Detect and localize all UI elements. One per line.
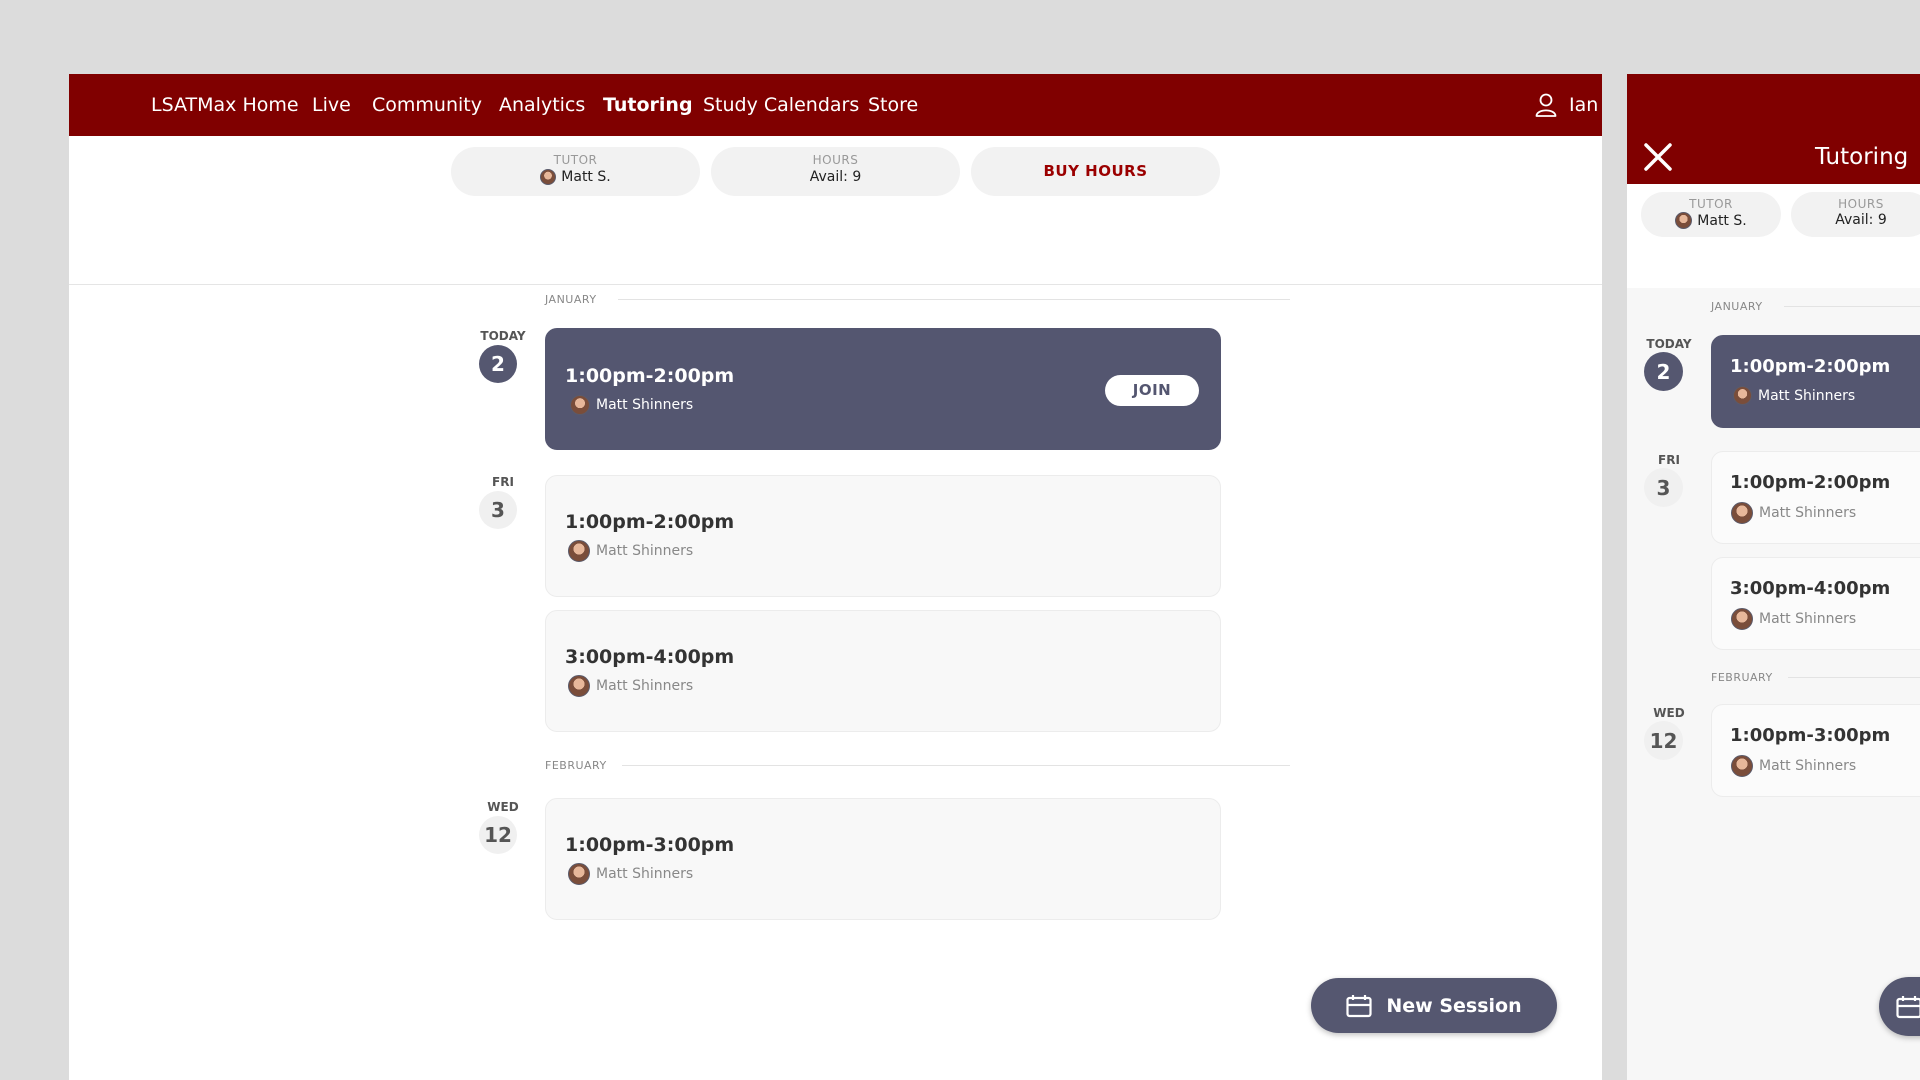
session-tutor-name: Matt Shinners — [1759, 505, 1857, 521]
session-card-active[interactable]: 1:00pm-2:00pm Matt Shinners JOIN — [545, 328, 1221, 450]
new-session-button[interactable]: New Session — [1311, 978, 1557, 1033]
mobile-page-title: Tutoring — [1815, 144, 1909, 170]
nav-community[interactable]: Community — [372, 74, 482, 136]
mobile-header: Tutoring — [1627, 74, 1920, 184]
session-time: 1:00pm-2:00pm — [1730, 472, 1891, 493]
session-tutor-name: Matt Shinners — [1759, 758, 1857, 774]
tutor-avatar — [568, 863, 590, 885]
tutor-value: Matt S. — [1697, 212, 1747, 229]
nav-lsatmax-home[interactable]: LSATMax Home — [151, 74, 299, 136]
session-time: 1:00pm-2:00pm — [565, 365, 735, 387]
hours-label: HOURS — [1838, 197, 1884, 211]
day-of-week-today: TODAY — [1646, 337, 1692, 351]
day-of-week-wed: WED — [1653, 706, 1685, 720]
day-number-2: 2 — [479, 345, 517, 383]
mobile-session-card[interactable]: 1:00pm-3:00pm Matt Shinners — [1711, 704, 1920, 797]
hours-pill[interactable]: HOURS Avail: 9 — [711, 147, 960, 196]
session-time: 1:00pm-3:00pm — [1730, 725, 1891, 746]
session-time: 1:00pm-2:00pm — [565, 511, 735, 533]
month-label-february: FEBRUARY — [1711, 671, 1773, 684]
user-icon — [1535, 93, 1557, 117]
day-of-week-fri: FRI — [492, 475, 514, 489]
buy-hours-button[interactable]: BUY HOURS — [971, 147, 1220, 196]
mobile-session-card-active[interactable]: 1:00pm-2:00pm Matt Shinners — [1711, 335, 1920, 428]
month-label-february: FEBRUARY — [545, 759, 607, 772]
tutor-avatar — [570, 395, 590, 415]
tutor-label: TUTOR — [553, 153, 598, 167]
tutor-avatar — [540, 169, 557, 185]
session-tutor-name: Matt Shinners — [1759, 611, 1857, 627]
session-time: 1:00pm-3:00pm — [565, 834, 735, 856]
day-number-3: 3 — [1644, 468, 1683, 507]
month-label-january: JANUARY — [545, 293, 597, 306]
hours-value: Avail: 9 — [809, 169, 862, 185]
mobile-tutor-pill[interactable]: TUTOR Matt S. — [1641, 192, 1781, 237]
nav-store[interactable]: Store — [868, 74, 918, 136]
session-tutor-name: Matt Shinners — [596, 866, 694, 882]
calendar-icon — [1896, 995, 1920, 1018]
hours-value: Avail: 9 — [1835, 212, 1887, 228]
session-tutor-name: Matt Shinners — [596, 397, 694, 413]
nav-tutoring[interactable]: Tutoring — [603, 74, 693, 136]
nav-analytics[interactable]: Analytics — [499, 74, 585, 136]
nav-study-calendars[interactable]: Study Calendars — [703, 74, 859, 136]
tutoring-summary-bar: TUTOR Matt S. HOURS Avail: 9 BUY HOURS — [69, 136, 1602, 285]
tutor-label: TUTOR — [1689, 197, 1733, 211]
tutor-value: Matt S. — [561, 169, 611, 185]
day-number-12: 12 — [479, 816, 517, 854]
desktop-window: LSATMax Home Live Community Analytics Tu… — [69, 74, 1602, 1080]
tutor-avatar — [568, 675, 590, 697]
calendar-icon — [1346, 994, 1372, 1017]
mobile-session-card[interactable]: 1:00pm-2:00pm Matt Shinners — [1711, 451, 1920, 544]
month-divider — [622, 765, 1290, 766]
day-of-week-today: TODAY — [480, 329, 526, 343]
mobile-window: Tutoring TUTOR Matt S. HOURS Avail: 9 JA… — [1627, 74, 1920, 1080]
mobile-hours-pill[interactable]: HOURS Avail: 9 — [1791, 192, 1920, 237]
month-divider — [1788, 677, 1920, 678]
mobile-new-session-button[interactable] — [1879, 977, 1920, 1036]
close-icon[interactable] — [1643, 142, 1673, 172]
day-of-week-fri: FRI — [1658, 453, 1680, 467]
user-menu[interactable]: Ian — [1535, 74, 1598, 136]
mobile-session-card[interactable]: 3:00pm-4:00pm Matt Shinners — [1711, 557, 1920, 650]
tutor-avatar — [1733, 386, 1752, 405]
session-card[interactable]: 1:00pm-3:00pm Matt Shinners — [545, 798, 1221, 920]
nav-live[interactable]: Live — [312, 74, 351, 136]
tutor-pill[interactable]: TUTOR Matt S. — [451, 147, 700, 196]
new-session-label: New Session — [1386, 994, 1522, 1017]
day-of-week-wed: WED — [487, 800, 519, 814]
session-time: 3:00pm-4:00pm — [565, 646, 735, 668]
session-time: 3:00pm-4:00pm — [1730, 578, 1891, 599]
tutor-avatar — [1675, 212, 1693, 229]
session-time: 1:00pm-2:00pm — [1730, 356, 1891, 377]
session-tutor-name: Matt Shinners — [596, 543, 694, 559]
month-label-january: JANUARY — [1711, 300, 1763, 313]
user-name: Ian — [1569, 94, 1599, 116]
join-button[interactable]: JOIN — [1105, 375, 1199, 406]
day-number-2: 2 — [1644, 352, 1683, 391]
tutor-avatar — [1731, 608, 1753, 630]
session-card[interactable]: 1:00pm-2:00pm Matt Shinners — [545, 475, 1221, 597]
day-number-3: 3 — [479, 491, 517, 529]
month-divider — [1784, 306, 1920, 307]
day-number-12: 12 — [1644, 721, 1683, 760]
tutor-avatar — [568, 540, 590, 562]
session-tutor-name: Matt Shinners — [596, 678, 694, 694]
session-tutor-name: Matt Shinners — [1758, 387, 1856, 404]
top-nav: LSATMax Home Live Community Analytics Tu… — [69, 74, 1602, 136]
tutor-avatar — [1731, 502, 1753, 524]
hours-label: HOURS — [812, 153, 859, 167]
month-divider — [618, 299, 1290, 300]
session-card[interactable]: 3:00pm-4:00pm Matt Shinners — [545, 610, 1221, 732]
tutor-avatar — [1731, 755, 1753, 777]
